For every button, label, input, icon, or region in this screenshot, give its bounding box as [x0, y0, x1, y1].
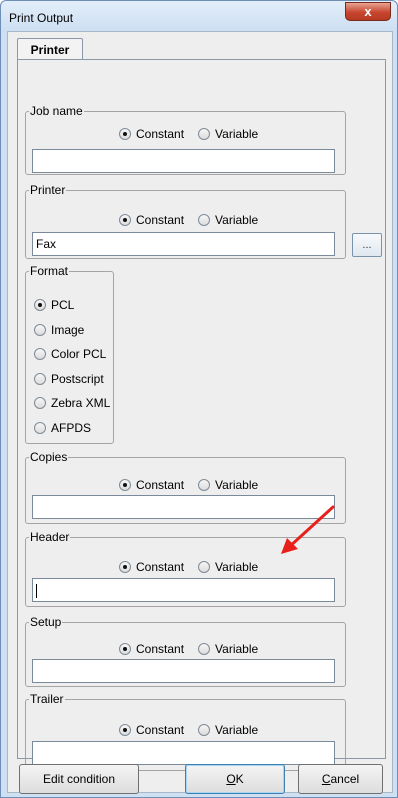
radio-label: Variable	[215, 478, 259, 492]
edit-condition-button[interactable]: Edit condition	[19, 764, 139, 794]
radio-label: Postscript	[51, 371, 104, 386]
format-legend: Format	[30, 264, 69, 278]
radio-selected-icon	[119, 214, 131, 226]
radio-label: Variable	[215, 560, 259, 574]
format-image-radio[interactable]: Image	[34, 320, 110, 340]
radio-label: Constant	[136, 213, 185, 227]
printer-tab-panel: Job name Constant Variable Printer Const…	[17, 59, 386, 771]
ok-mnemonic: O	[226, 772, 236, 786]
trailer-input[interactable]	[32, 741, 335, 765]
header-legend: Header	[30, 530, 70, 544]
radio-unselected-icon	[34, 348, 46, 361]
format-group: Format PCL Image Color PCL Postscript Ze…	[25, 265, 114, 444]
format-color-pcl-radio[interactable]: Color PCL	[34, 344, 110, 364]
radio-selected-icon	[119, 128, 131, 140]
radio-label: Color PCL	[51, 347, 107, 362]
radio-label: Variable	[215, 127, 259, 141]
job-name-radios: Constant Variable	[119, 127, 272, 141]
job-name-constant-radio[interactable]: Constant	[119, 127, 184, 141]
radio-label: Zebra XML	[51, 396, 111, 411]
red-arrow-icon	[281, 505, 335, 554]
radio-unselected-icon	[198, 479, 211, 491]
header-radios: Constant Variable	[119, 560, 272, 574]
radio-label: Constant	[136, 642, 185, 656]
radio-unselected-icon	[34, 372, 46, 385]
printer-variable-radio[interactable]: Variable	[198, 213, 258, 227]
tab-printer[interactable]: Printer	[17, 38, 83, 60]
cancel-label-rest: ancel	[330, 772, 360, 786]
header-input[interactable]	[32, 578, 335, 602]
arrow-shaft	[286, 505, 335, 550]
radio-label: AFPDS	[51, 420, 92, 435]
copies-constant-radio[interactable]: Constant	[119, 478, 184, 492]
printer-radios: Constant Variable	[119, 213, 272, 227]
format-options: PCL Image Color PCL Postscript Zebra XML…	[34, 295, 110, 443]
text-caret	[36, 583, 37, 598]
print-output-window: Print Output x Printer Job name Constant…	[0, 0, 398, 798]
format-zebra-xml-radio[interactable]: Zebra XML	[34, 393, 110, 413]
radio-unselected-icon	[34, 421, 46, 434]
setup-variable-radio[interactable]: Variable	[198, 642, 258, 656]
copies-variable-radio[interactable]: Variable	[198, 478, 258, 492]
radio-unselected-icon	[198, 128, 211, 140]
format-postscript-radio[interactable]: Postscript	[34, 369, 110, 389]
dialog-client-area: Printer Job name Constant Variable Print…	[7, 31, 393, 794]
setup-constant-radio[interactable]: Constant	[119, 642, 184, 656]
radio-unselected-icon	[34, 397, 46, 410]
radio-selected-icon	[119, 643, 131, 655]
radio-label: Image	[51, 322, 85, 337]
setup-legend: Setup	[30, 615, 62, 629]
radio-label: Constant	[136, 560, 185, 574]
radio-unselected-icon	[34, 323, 46, 336]
job-name-variable-radio[interactable]: Variable	[198, 127, 258, 141]
radio-unselected-icon	[198, 724, 211, 736]
cancel-button[interactable]: Cancel	[298, 764, 383, 794]
printer-input[interactable]: Fax	[32, 232, 335, 256]
ok-button[interactable]: OK	[185, 764, 285, 794]
radio-label: PCL	[51, 298, 75, 312]
setup-radios: Constant Variable	[119, 642, 272, 656]
trailer-radios: Constant Variable	[119, 723, 272, 737]
title-bar[interactable]: Print Output x	[1, 1, 397, 31]
radio-unselected-icon	[198, 561, 211, 573]
copies-radios: Constant Variable	[119, 478, 272, 492]
header-constant-radio[interactable]: Constant	[119, 560, 184, 574]
header-variable-radio[interactable]: Variable	[198, 560, 258, 574]
radio-unselected-icon	[198, 643, 211, 655]
format-afpds-radio[interactable]: AFPDS	[34, 418, 110, 438]
setup-input[interactable]	[32, 659, 335, 683]
radio-selected-icon	[119, 724, 131, 736]
window-title: Print Output	[9, 11, 74, 25]
radio-label: Constant	[136, 127, 185, 141]
radio-label: Variable	[215, 213, 259, 227]
cancel-mnemonic: C	[321, 772, 331, 786]
trailer-legend: Trailer	[30, 692, 64, 706]
format-pcl-radio[interactable]: PCL	[34, 295, 110, 315]
radio-selected-icon	[119, 479, 131, 491]
radio-label: Variable	[215, 642, 259, 656]
job-name-input[interactable]	[32, 149, 335, 173]
copies-legend: Copies	[30, 450, 68, 464]
radio-label: Constant	[136, 723, 185, 737]
close-button[interactable]: x	[345, 2, 391, 21]
close-x-icon: x	[364, 4, 372, 19]
job-name-legend: Job name	[30, 104, 83, 118]
radio-label: Variable	[215, 723, 259, 737]
printer-constant-radio[interactable]: Constant	[119, 213, 184, 227]
ok-label-rest: K	[235, 772, 244, 786]
radio-unselected-icon	[198, 214, 211, 226]
radio-selected-icon	[119, 561, 131, 573]
radio-selected-icon	[34, 299, 46, 311]
printer-browse-button[interactable]: ...	[352, 233, 382, 257]
printer-legend: Printer	[30, 183, 66, 197]
trailer-constant-radio[interactable]: Constant	[119, 723, 184, 737]
trailer-variable-radio[interactable]: Variable	[198, 723, 258, 737]
radio-label: Constant	[136, 478, 185, 492]
